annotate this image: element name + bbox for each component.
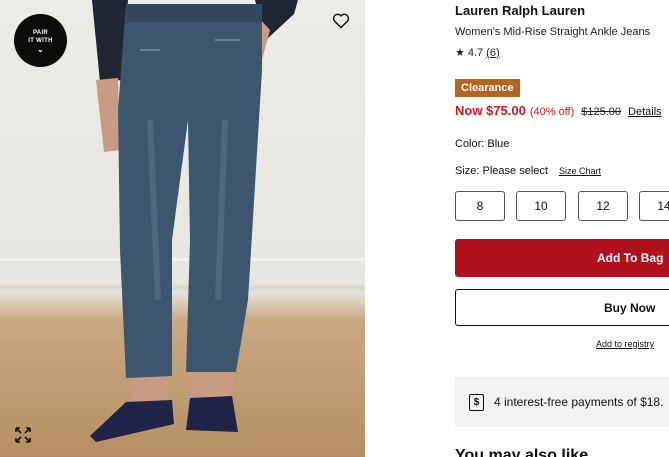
dollar-icon: $ bbox=[469, 393, 484, 411]
size-option-10[interactable]: 10 bbox=[516, 191, 566, 221]
jeans-body bbox=[118, 4, 262, 378]
size-option-14[interactable]: 14 bbox=[639, 191, 669, 221]
recommendations-heading: You may also like bbox=[455, 447, 589, 457]
details-link[interactable]: Details bbox=[628, 106, 662, 118]
waistband bbox=[126, 4, 262, 22]
price-row: Now $75.00 (40% off) $125.00 Details bbox=[455, 103, 662, 118]
right-shoe bbox=[186, 396, 238, 432]
original-price: $125.00 bbox=[581, 106, 622, 118]
interest-free-payments[interactable]: $ 4 interest-free payments of $18. bbox=[455, 377, 669, 427]
product-name: Women's Mid-Rise Straight Ankle Jeans bbox=[455, 26, 651, 38]
buy-now-button[interactable]: Buy Now bbox=[455, 289, 669, 326]
star-icon: ★ bbox=[455, 47, 465, 59]
add-to-registry-link[interactable]: Add to registry bbox=[596, 339, 654, 349]
clearance-badge: Clearance bbox=[455, 79, 520, 97]
price-now: Now $75.00 bbox=[455, 103, 526, 118]
chevron-down-icon: ⌄ bbox=[36, 45, 44, 54]
size-option-12[interactable]: 12 bbox=[578, 191, 628, 221]
rating-value: 4.7 bbox=[467, 46, 484, 59]
color-label: Color: Blue bbox=[455, 138, 510, 150]
left-shoe bbox=[90, 400, 174, 442]
pair-badge-line1: PAIR bbox=[32, 30, 49, 36]
discount-percent: (40% off) bbox=[529, 106, 575, 118]
rating[interactable]: ★ 4.7 (6) bbox=[455, 46, 500, 60]
product-details: Lauren Ralph Lauren Women's Mid-Rise Str… bbox=[455, 0, 669, 457]
wishlist-button[interactable] bbox=[329, 9, 353, 33]
heart-outline-icon bbox=[332, 13, 350, 29]
jeans-illustration bbox=[90, 0, 298, 442]
left-hand bbox=[96, 78, 120, 152]
size-chart-link[interactable]: Size Chart bbox=[559, 166, 601, 176]
right-ankle bbox=[188, 372, 234, 400]
add-to-bag-button[interactable]: Add To Bag bbox=[455, 239, 669, 277]
size-row: Size: Please select Size Chart bbox=[455, 165, 601, 177]
size-options: 8 10 12 14 bbox=[455, 191, 669, 221]
payments-text: 4 interest-free payments of $18. bbox=[494, 395, 664, 409]
pair-badge-line2: IT WITH bbox=[28, 38, 53, 44]
size-label: Size: Please select bbox=[455, 165, 548, 177]
expand-arrows-icon bbox=[15, 427, 31, 443]
size-option-8[interactable]: 8 bbox=[455, 191, 505, 221]
brand-name[interactable]: Lauren Ralph Lauren bbox=[455, 3, 585, 18]
product-image[interactable]: PAIR IT WITH ⌄ bbox=[0, 0, 365, 457]
expand-image-button[interactable] bbox=[12, 424, 34, 446]
pair-it-with-badge[interactable]: PAIR IT WITH ⌄ bbox=[14, 14, 67, 67]
review-count-link[interactable]: (6) bbox=[486, 47, 499, 59]
